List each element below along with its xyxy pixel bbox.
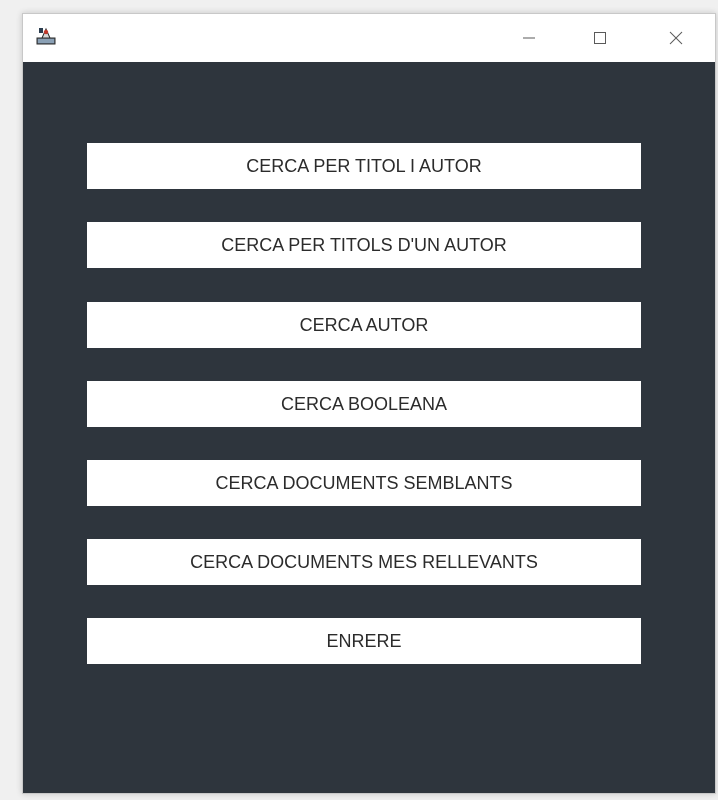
title-bar[interactable] [23,14,715,62]
search-author-button[interactable]: CERCA AUTOR [87,302,641,348]
similar-documents-button[interactable]: CERCA DOCUMENTS SEMBLANTS [87,460,641,506]
relevant-documents-button[interactable]: CERCA DOCUMENTS MES RELLEVANTS [87,539,641,585]
boolean-search-button[interactable]: CERCA BOOLEANA [87,381,641,427]
minimize-button[interactable] [506,14,552,62]
app-window: CERCA PER TITOL I AUTOR CERCA PER TITOLS… [22,13,716,794]
menu-panel: CERCA PER TITOL I AUTOR CERCA PER TITOLS… [23,62,715,793]
search-author-titles-button[interactable]: CERCA PER TITOLS D'UN AUTOR [87,222,641,268]
maximize-button[interactable] [577,14,623,62]
back-button[interactable]: ENRERE [87,618,641,664]
close-icon [669,31,683,45]
minimize-icon [523,37,535,39]
java-app-icon[interactable] [36,26,56,46]
search-title-author-button[interactable]: CERCA PER TITOL I AUTOR [87,143,641,189]
close-button[interactable] [653,14,699,62]
maximize-icon [594,32,606,44]
